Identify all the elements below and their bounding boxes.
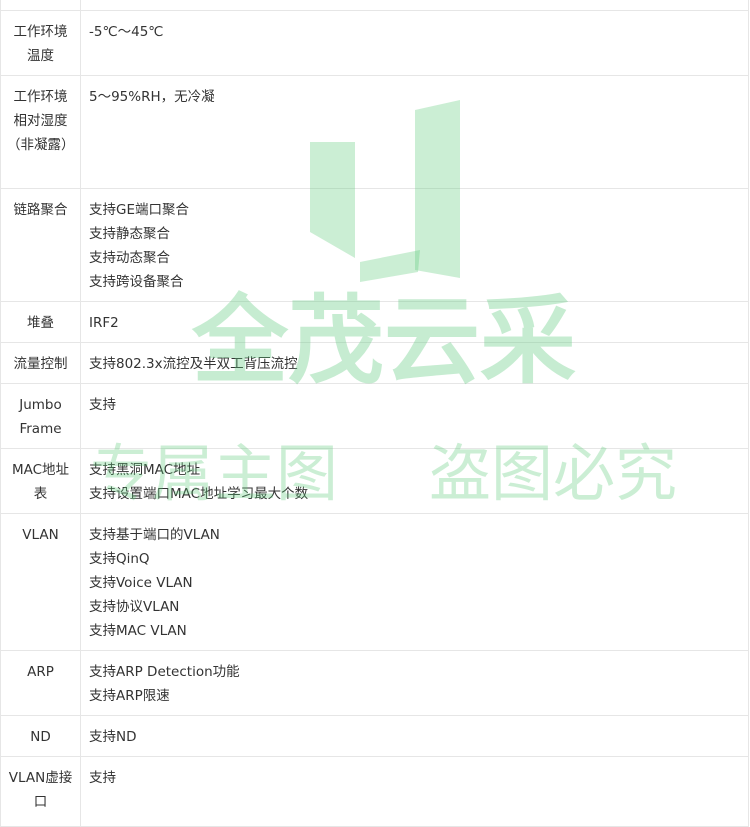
spec-value-line: 5～95%RH，无冷凝 xyxy=(89,89,215,105)
spec-row: ARP 支持ARP Detection功能 支持ARP限速 xyxy=(0,650,749,716)
spec-label: ND xyxy=(0,715,81,757)
spec-value: 5～95%RH，无冷凝 xyxy=(80,75,749,189)
spec-value: 支持黑洞MAC地址支持设置端口MAC地址学习最大个数 xyxy=(80,448,749,514)
spec-row: Jumbo Frame 支持 xyxy=(0,383,749,449)
spec-label: 工作环境相对湿度（非凝露） xyxy=(0,75,81,189)
spec-value-line: 支持动态聚合 xyxy=(89,250,170,266)
spec-row: 工作环境温度 -5℃～45℃ xyxy=(0,10,749,76)
spec-value-line: 支持协议VLAN xyxy=(89,599,180,615)
spec-value-line: 支持ARP Detection功能 xyxy=(89,664,240,680)
spec-label: 流量控制 xyxy=(0,342,81,384)
spec-row: MAC地址表 支持黑洞MAC地址支持设置端口MAC地址学习最大个数 xyxy=(0,448,749,514)
spec-value-line: 支持设置端口MAC地址学习最大个数 xyxy=(89,486,309,502)
spec-label: 堆叠 xyxy=(0,301,81,343)
spec-value: 支持GE端口聚合 支持静态聚合 支持动态聚合 支持跨设备聚合 xyxy=(80,188,749,302)
spec-table-body: 工作环境温度 -5℃～45℃ 工作环境相对湿度（非凝露） 5～95%RH，无冷凝链路聚… xyxy=(0,0,749,827)
spec-value: IRF2 xyxy=(80,301,749,343)
spec-value: -5℃～45℃ xyxy=(80,10,749,76)
spec-value: 支持ND xyxy=(80,715,749,757)
spec-value-line: 支持QinQ xyxy=(89,551,150,567)
spec-value: 支持ARP Detection功能 支持ARP限速 xyxy=(80,650,749,716)
spec-value: 支持 xyxy=(80,756,749,827)
spec-value-line: 支持静态聚合 xyxy=(89,226,170,242)
spec-value-line: 支持 xyxy=(89,770,116,786)
spec-value-line: 支持 xyxy=(89,397,116,413)
spec-value-line: 支持Voice VLAN xyxy=(89,575,193,591)
spec-label: MAC地址表 xyxy=(0,448,81,514)
spec-value-line: 支持跨设备聚合 xyxy=(89,274,184,290)
spec-row: 链路聚合 支持GE端口聚合 支持静态聚合 支持动态聚合 支持跨设备聚合 xyxy=(0,188,749,302)
spec-label: 链路聚合 xyxy=(0,188,81,302)
spec-row: 流量控制 支持802.3x流控及半双工背压流控 xyxy=(0,342,749,384)
spec-label: 工作环境温度 xyxy=(0,10,81,76)
spec-label: VLAN虚接口 xyxy=(0,756,81,827)
spec-value-line: -5℃～45℃ xyxy=(89,24,164,40)
spec-row xyxy=(0,0,749,11)
spec-value-line: 支持黑洞MAC地址 xyxy=(89,462,201,478)
spec-value: 支持802.3x流控及半双工背压流控 xyxy=(80,342,749,384)
spec-label: VLAN xyxy=(0,513,81,651)
spec-value-line: IRF2 xyxy=(89,315,119,331)
spec-row: 工作环境相对湿度（非凝露） 5～95%RH，无冷凝 xyxy=(0,75,749,189)
spec-value-line: 支持基于端口的VLAN xyxy=(89,527,220,543)
spec-value: 支持 xyxy=(80,383,749,449)
spec-value xyxy=(80,0,749,11)
spec-value-line: 支持802.3x流控及半双工背压流控 xyxy=(89,356,298,372)
spec-table: 工作环境温度 -5℃～45℃ 工作环境相对湿度（非凝露） 5～95%RH，无冷凝链路聚… xyxy=(0,0,749,827)
spec-value-line: 支持GE端口聚合 xyxy=(89,202,189,218)
spec-label: ARP xyxy=(0,650,81,716)
spec-row: ND 支持ND xyxy=(0,715,749,757)
spec-label xyxy=(0,0,81,11)
spec-value-line: 支持ND xyxy=(89,729,137,745)
spec-label: Jumbo Frame xyxy=(0,383,81,449)
spec-row: VLAN虚接口 支持 xyxy=(0,756,749,827)
spec-row: 堆叠 IRF2 xyxy=(0,301,749,343)
spec-row: VLAN 支持基于端口的VLAN 支持QinQ 支持Voice VLAN 支持协议VLA… xyxy=(0,513,749,651)
spec-value-line: 支持ARP限速 xyxy=(89,688,170,704)
spec-value-line: 支持MAC VLAN xyxy=(89,623,187,639)
spec-value: 支持基于端口的VLAN 支持QinQ 支持Voice VLAN 支持协议VLAN 支持M… xyxy=(80,513,749,651)
